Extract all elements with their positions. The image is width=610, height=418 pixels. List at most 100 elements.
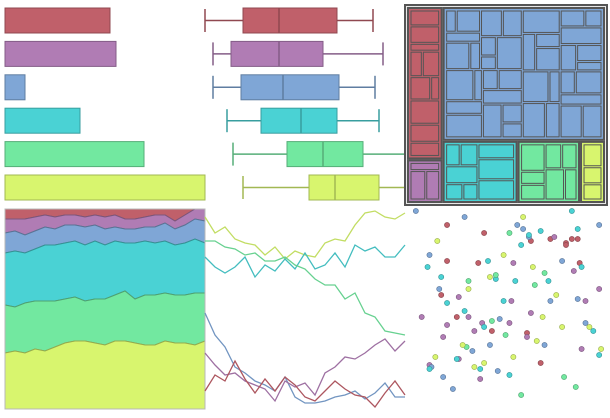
treemap-leaf <box>565 169 577 200</box>
scatter-point-red <box>453 314 460 320</box>
treemap-leaf <box>456 10 481 32</box>
bar-red <box>4 7 111 34</box>
scatter-point-blue <box>514 222 521 228</box>
scatter-point-purple <box>477 376 484 382</box>
scatter-point-blue <box>469 348 476 354</box>
treemap-leaf <box>521 144 545 171</box>
scatter-point-purple <box>440 334 447 340</box>
treemap-leaf <box>536 48 560 71</box>
scatter-point-green <box>518 392 525 398</box>
treemap-leaf <box>410 26 440 43</box>
scatter-point-yellow <box>465 286 472 292</box>
scatter-point-cyan <box>500 298 507 304</box>
treemap-leaf <box>560 105 582 138</box>
scatter-point-red <box>568 236 575 242</box>
scatter-point-blue <box>412 208 419 214</box>
treemap-leaf <box>560 10 585 27</box>
scatter-point-yellow <box>533 338 540 344</box>
treemap-leaf <box>502 123 522 138</box>
treemap-leaf <box>422 51 440 77</box>
scatter-point-blue <box>496 316 503 322</box>
treemap-leaf <box>560 27 602 45</box>
treemap-leaf <box>474 70 482 101</box>
treemap-leaf <box>583 167 602 184</box>
scatter-point-cyan <box>506 372 513 378</box>
treemap-leaf <box>446 10 456 32</box>
treemap-leaf <box>478 159 515 180</box>
scatter-point-cyan <box>481 324 487 330</box>
scatter-point-purple <box>528 310 534 316</box>
treemap-leaf <box>522 10 560 33</box>
area-series-yellow <box>4 340 206 410</box>
boxplot-box-blue <box>240 74 340 101</box>
treemap-leaf <box>478 144 515 159</box>
scatter-point-cyan <box>578 264 585 270</box>
scatter-point-purple <box>596 286 603 292</box>
scatter-point-yellow <box>487 274 493 280</box>
treemap-leaf <box>482 104 502 138</box>
treemap-leaf <box>562 144 577 169</box>
bar-yellow <box>4 174 206 201</box>
treemap-leaf <box>410 77 431 100</box>
scatter-point-yellow <box>553 292 560 298</box>
scatter-point-blue <box>596 222 603 228</box>
treemap-leaf <box>522 103 545 138</box>
scatter-point-red <box>537 360 544 366</box>
scatter-point-cyan <box>477 366 484 372</box>
treemap-leaf <box>482 70 498 90</box>
bar-green <box>4 141 145 168</box>
boxplot-box-yellow <box>308 174 380 201</box>
scatter-point-blue <box>449 386 456 392</box>
treemap-leaf <box>478 180 515 200</box>
treemap-leaf <box>585 10 602 27</box>
treemap-leaf <box>583 184 602 200</box>
scatter-point-purple <box>471 328 478 334</box>
scatter-point-yellow <box>520 214 526 220</box>
scatter-chart <box>412 208 604 398</box>
scatter-point-yellow <box>510 354 517 360</box>
scatter-point-yellow <box>529 264 536 270</box>
scatter-point-purple <box>508 298 515 304</box>
scatter-point-blue <box>541 342 548 348</box>
scatter-point-cyan <box>537 228 544 234</box>
boxplot-box-red <box>242 7 338 34</box>
scatter-point-cyan <box>512 278 519 284</box>
treemap-leaf <box>446 114 482 138</box>
scatter-point-blue <box>494 368 501 374</box>
bar-purple <box>4 40 117 67</box>
scatter-point-cyan <box>590 328 597 334</box>
scatter-point-cyan <box>453 356 460 362</box>
scatter-point-purple <box>465 314 472 320</box>
scatter-point-cyan <box>545 278 552 284</box>
scatter-point-purple <box>444 322 450 328</box>
scatter-point-green <box>506 230 513 236</box>
scatter-point-red <box>481 230 487 236</box>
scatter-point-purple <box>418 314 425 320</box>
treemap-leaf <box>575 71 602 94</box>
scatter-point-green <box>561 374 567 380</box>
treemap-leaf <box>410 124 440 142</box>
treemap-leaf <box>522 33 536 71</box>
scatter-point-green <box>541 270 548 276</box>
scatter-point-blue <box>426 252 433 258</box>
scatter-point-red <box>444 258 450 264</box>
treemap-leaf <box>545 169 565 200</box>
scatter-point-red <box>438 292 445 298</box>
treemap-leaf <box>583 144 602 167</box>
bar-blue <box>4 74 26 101</box>
treemap-leaf <box>522 71 549 103</box>
treemap-leaf <box>521 171 545 184</box>
scatter-point-yellow <box>598 346 604 352</box>
scatter-point-yellow <box>559 324 565 330</box>
scatter-point-cyan <box>438 274 445 280</box>
scatter-point-purple <box>506 320 513 326</box>
treemap-leaf <box>446 166 478 184</box>
treemap-chart <box>404 4 608 206</box>
scatter-point-blue <box>574 296 581 302</box>
scatter-point-yellow <box>481 360 487 366</box>
scatter-point-purple <box>510 260 517 266</box>
boxplot-box-green <box>286 141 364 168</box>
scatter-point-blue <box>582 320 589 326</box>
treemap-leaf <box>431 77 440 100</box>
scatter-point-cyan <box>574 226 581 232</box>
